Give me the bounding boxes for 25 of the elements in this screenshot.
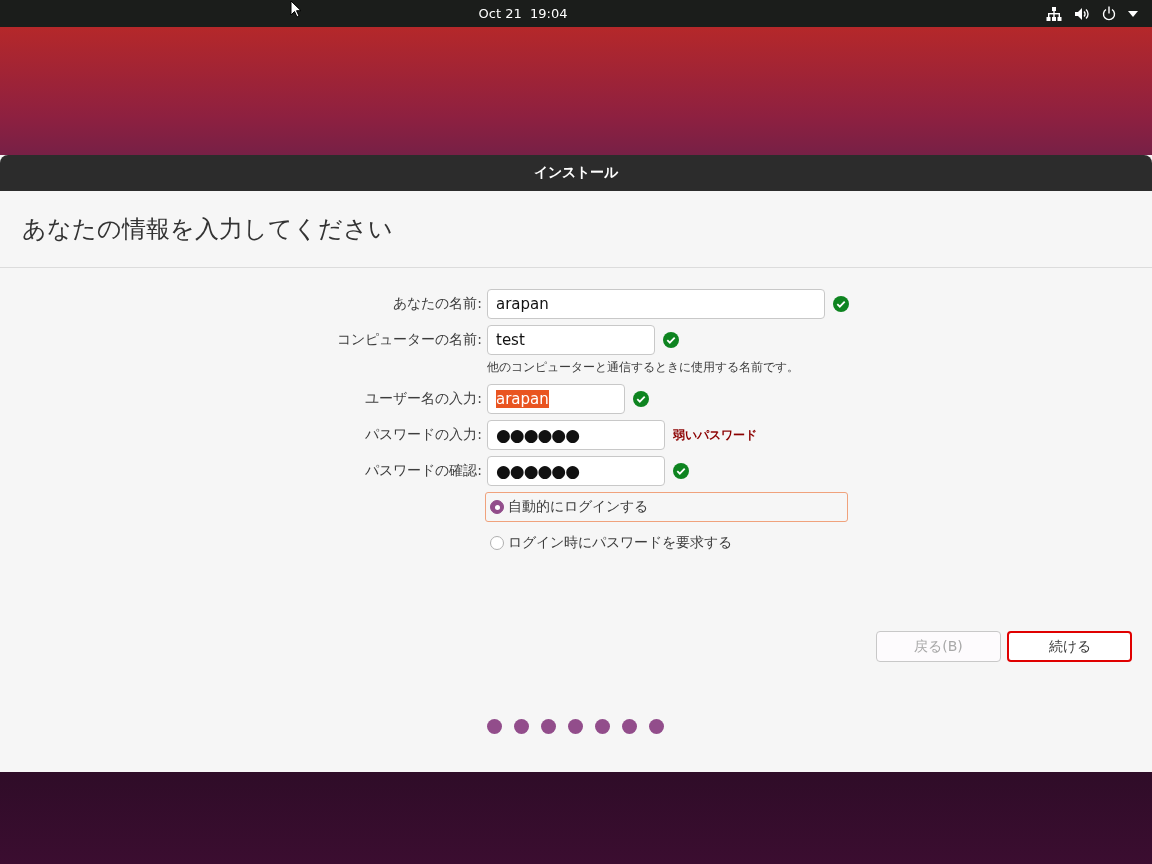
field-label: パスワードの確認: [364,462,482,480]
volume-icon[interactable] [1074,6,1090,21]
radio-button[interactable] [490,536,504,550]
network-icon[interactable] [1046,6,1062,21]
radio-option[interactable]: ログイン時にパスワードを要求する [485,528,848,558]
page-heading: あなたの情報を入力してください [22,214,393,245]
text-field[interactable]: test [487,325,655,355]
text-field[interactable]: arapan [487,289,825,319]
field-label: あなたの名前: [392,295,482,313]
text-field[interactable]: arapan [487,384,625,414]
field-label: ユーザー名の入力: [364,390,482,408]
clock[interactable]: Oct 21 19:04 [478,6,568,21]
field-label: コンピューターの名前: [336,331,482,349]
field-label: パスワードの入力: [364,426,482,444]
power-icon[interactable] [1102,6,1116,21]
radio-button[interactable] [490,500,504,514]
pointer-icon [290,0,302,18]
password-field[interactable]: ●●●●●● [487,456,665,486]
continue-button[interactable]: 続ける [1007,631,1132,662]
password-field[interactable]: ●●●●●● [487,420,665,450]
password-strength: 弱いパスワード [673,426,757,444]
caret-icon[interactable] [1128,10,1138,17]
window-title: インストール [534,164,618,182]
radio-option[interactable]: 自動的にログインする [485,492,848,522]
field-hint: 他のコンピューターと通信するときに使用する名前です。 [487,359,800,376]
